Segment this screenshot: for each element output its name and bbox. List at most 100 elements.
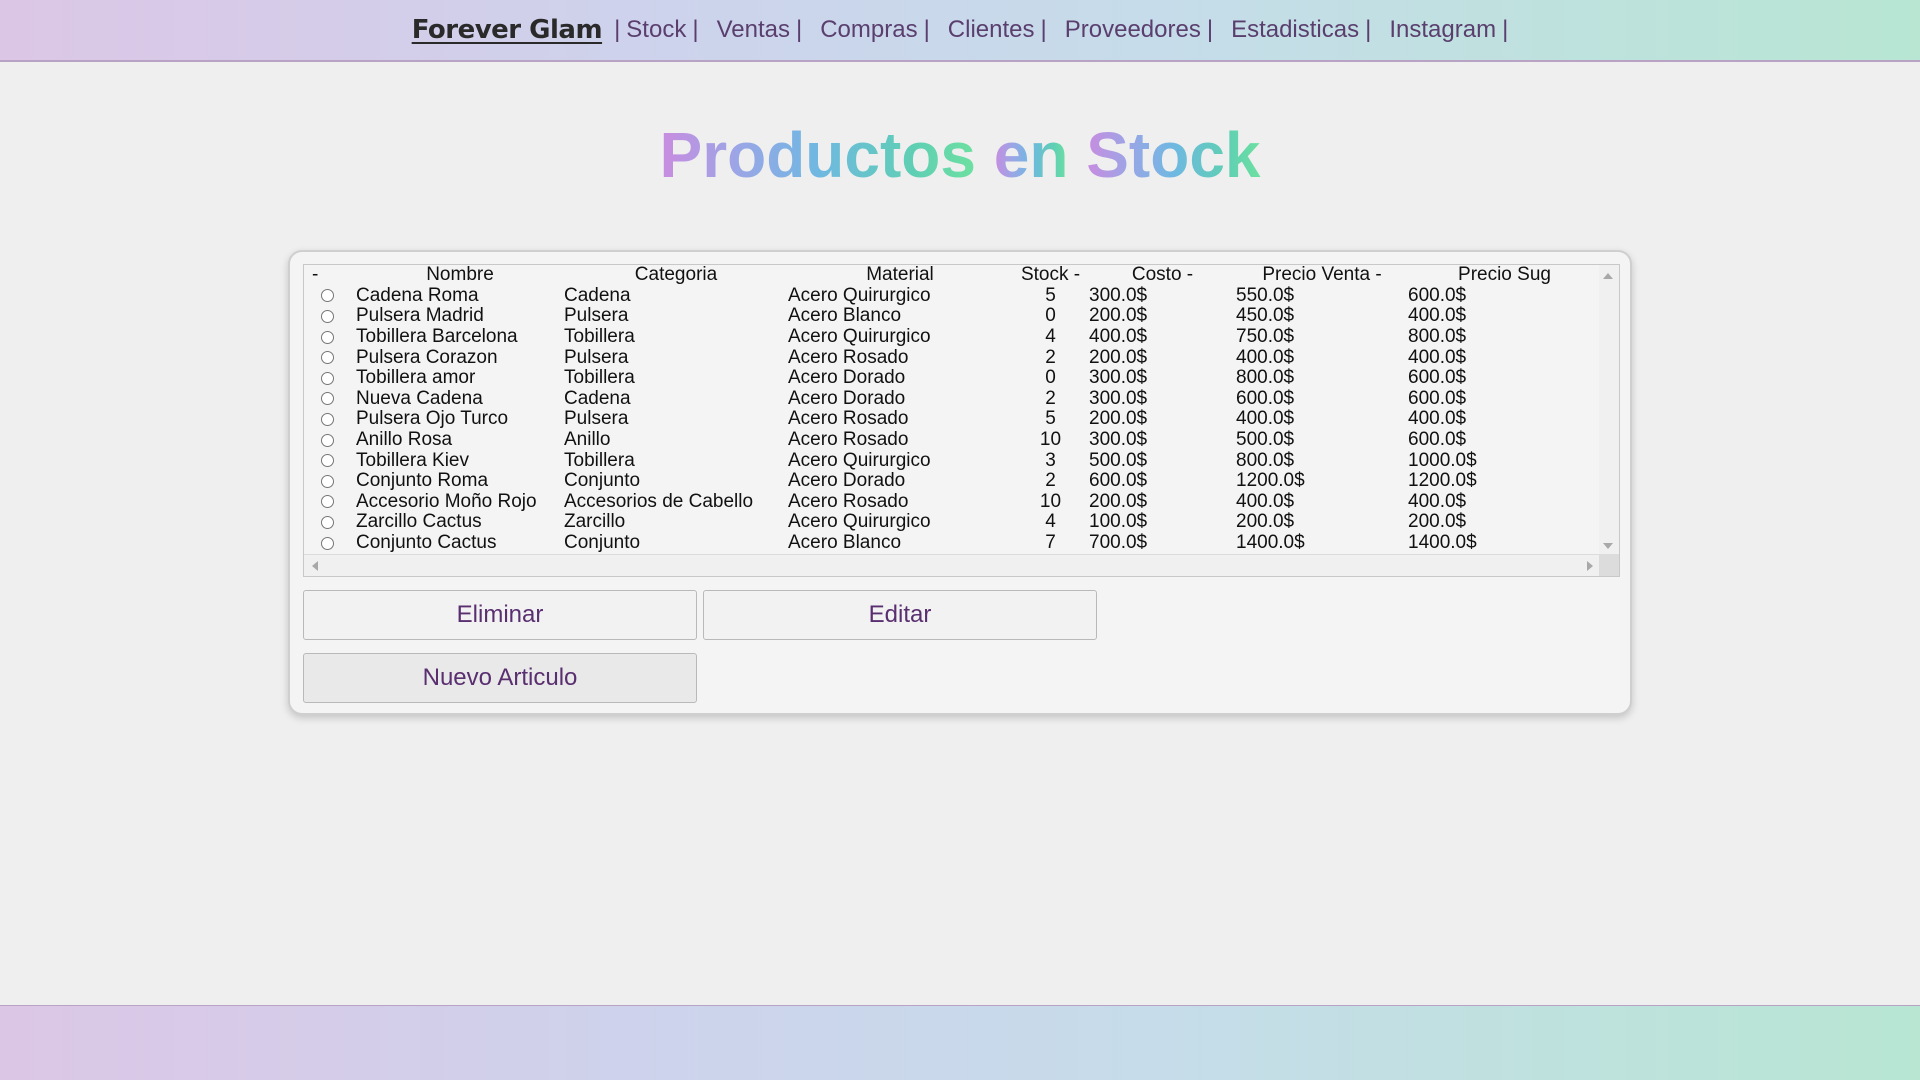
table-row[interactable]: Tobillera Kiev Tobillera Acero Quirurgico 3… bbox=[304, 450, 1601, 471]
row-select-radio[interactable] bbox=[321, 412, 334, 426]
cell-costo: 100.0$ bbox=[1089, 511, 1148, 533]
cell-costo: 300.0$ bbox=[1089, 429, 1148, 451]
row-select-cell bbox=[304, 347, 356, 368]
table-row[interactable]: Pulsera Corazon Pulsera Acero Rosado 2 200.0… bbox=[304, 347, 1601, 368]
cell-costo: 300.0$ bbox=[1089, 367, 1148, 389]
row-select-cell bbox=[304, 471, 356, 492]
scroll-down-icon[interactable] bbox=[1603, 543, 1613, 549]
brand-logo[interactable]: Forever Glam bbox=[412, 15, 603, 45]
cell-material: Acero Dorado bbox=[788, 367, 906, 389]
nav-item-instagram[interactable]: Instagram bbox=[1389, 16, 1496, 44]
row-select-cell bbox=[304, 409, 356, 430]
row-select-radio[interactable] bbox=[321, 495, 334, 509]
cell-nombre: Cadena Roma bbox=[356, 284, 479, 306]
cell-nombre: Tobillera Kiev bbox=[356, 449, 469, 471]
cell-costo: 300.0$ bbox=[1089, 387, 1148, 409]
table-row[interactable]: Tobillera Barcelona Tobillera Acero Quirur… bbox=[304, 327, 1601, 348]
page-title: Productos en Stock bbox=[0, 118, 1920, 192]
stock-table-body: Cadena Roma Cadena Acero Quirurgico 5 300.0$… bbox=[304, 286, 1601, 554]
cell-stock: 7 bbox=[1045, 532, 1056, 554]
cell-nombre: Anillo Rosa bbox=[356, 429, 453, 451]
cell-precio-venta: 550.0$ bbox=[1236, 284, 1295, 306]
scroll-left-icon[interactable] bbox=[312, 561, 318, 571]
cell-material: Acero Blanco bbox=[788, 305, 902, 327]
table-row[interactable]: Pulsera Ojo Turco Pulsera Acero Rosado 5 200… bbox=[304, 409, 1601, 430]
cell-material: Acero Quirurgico bbox=[788, 449, 931, 471]
column-header-precio-sug[interactable]: Precio Sug bbox=[1408, 265, 1601, 286]
cell-precio-sug: 200.0$ bbox=[1408, 511, 1467, 533]
row-select-radio[interactable] bbox=[321, 536, 334, 550]
cell-precio-sug: 400.0$ bbox=[1408, 490, 1467, 512]
cell-stock: 0 bbox=[1045, 305, 1056, 327]
nav-item-compras[interactable]: Compras bbox=[820, 16, 917, 44]
row-select-radio[interactable] bbox=[321, 515, 334, 529]
nav-separator: | bbox=[614, 16, 621, 43]
column-header-stock[interactable]: Stock - bbox=[1012, 265, 1089, 286]
cell-categoria: Accesorios de Cabello bbox=[564, 490, 754, 512]
scroll-up-icon[interactable] bbox=[1603, 273, 1613, 279]
cell-precio-venta: 400.0$ bbox=[1236, 408, 1295, 430]
table-row[interactable]: Nueva Cadena Cadena Acero Dorado 2 300.0$ 600… bbox=[304, 389, 1601, 410]
table-row[interactable]: Conjunto Cactus Conjunto Acero Blanco 7 700.… bbox=[304, 533, 1601, 554]
column-header-material[interactable]: Material bbox=[788, 265, 1012, 286]
table-row[interactable]: Conjunto Roma Conjunto Acero Dorado 2 600.0$… bbox=[304, 471, 1601, 492]
cell-precio-venta: 1400.0$ bbox=[1236, 532, 1305, 554]
vertical-scrollbar[interactable] bbox=[1599, 265, 1619, 555]
cell-material: Acero Dorado bbox=[788, 470, 906, 492]
row-select-cell bbox=[304, 286, 356, 307]
horizontal-scrollbar[interactable] bbox=[304, 554, 1601, 576]
row-select-radio[interactable] bbox=[321, 309, 334, 323]
table-row[interactable]: Tobillera amor Tobillera Acero Dorado 0 300.… bbox=[304, 368, 1601, 389]
column-header-precio-venta[interactable]: Precio Venta - bbox=[1236, 265, 1408, 286]
table-row[interactable]: Cadena Roma Cadena Acero Quirurgico 5 300.0$… bbox=[304, 286, 1601, 307]
row-select-radio[interactable] bbox=[321, 454, 334, 468]
cell-nombre: Nueva Cadena bbox=[356, 387, 483, 409]
row-select-cell bbox=[304, 512, 356, 533]
page-title-word: Productos bbox=[659, 119, 976, 191]
stock-table: - Nombre Categoria Material Stock - Cost… bbox=[304, 265, 1601, 553]
row-select-radio[interactable] bbox=[321, 371, 334, 385]
column-header-categoria[interactable]: Categoria bbox=[564, 265, 788, 286]
row-select-radio[interactable] bbox=[321, 289, 334, 303]
cell-categoria: Cadena bbox=[564, 284, 631, 306]
column-header-costo[interactable]: Costo - bbox=[1089, 265, 1236, 286]
cell-nombre: Accesorio Moño Rojo bbox=[356, 490, 537, 512]
cell-material: Acero Rosado bbox=[788, 408, 909, 430]
cell-precio-venta: 1200.0$ bbox=[1236, 470, 1305, 492]
table-row[interactable]: Pulsera Madrid Pulsera Acero Blanco 0 200.0$… bbox=[304, 306, 1601, 327]
nav-item-stock[interactable]: Stock bbox=[626, 16, 686, 44]
cell-stock: 10 bbox=[1039, 429, 1062, 451]
nav-item-proveedores[interactable]: Proveedores bbox=[1065, 16, 1201, 44]
nav-item-clientes[interactable]: Clientes bbox=[948, 16, 1035, 44]
cell-precio-sug: 1200.0$ bbox=[1408, 470, 1477, 492]
cell-categoria: Tobillera bbox=[564, 326, 635, 348]
cell-categoria: Cadena bbox=[564, 387, 631, 409]
scroll-right-icon[interactable] bbox=[1587, 561, 1593, 571]
cell-stock: 5 bbox=[1045, 284, 1056, 306]
cell-categoria: Zarcillo bbox=[564, 511, 626, 533]
new-item-button[interactable]: Nuevo Articulo bbox=[303, 653, 697, 703]
column-header-nombre[interactable]: Nombre bbox=[356, 265, 564, 286]
nav-item-estadisticas[interactable]: Estadisticas bbox=[1231, 16, 1359, 44]
page-title-word: en bbox=[993, 119, 1069, 191]
table-row[interactable]: Anillo Rosa Anillo Acero Rosado 10 300.0$ 500… bbox=[304, 430, 1601, 451]
row-select-radio[interactable] bbox=[321, 392, 334, 406]
nav-item-ventas[interactable]: Ventas bbox=[717, 16, 790, 44]
row-select-radio[interactable] bbox=[321, 433, 334, 447]
table-row[interactable]: Accesorio Moño Rojo Accesorios de Cabello… bbox=[304, 492, 1601, 513]
cell-nombre: Zarcillo Cactus bbox=[356, 511, 482, 533]
cell-material: Acero Quirurgico bbox=[788, 284, 931, 306]
cell-stock: 10 bbox=[1039, 490, 1062, 512]
row-select-radio[interactable] bbox=[321, 351, 334, 365]
cell-precio-sug: 600.0$ bbox=[1408, 367, 1467, 389]
row-select-radio[interactable] bbox=[321, 330, 334, 344]
row-select-radio[interactable] bbox=[321, 474, 334, 488]
cell-material: Acero Rosado bbox=[788, 346, 909, 368]
cell-stock: 5 bbox=[1045, 408, 1056, 430]
cell-categoria: Anillo bbox=[564, 429, 611, 451]
nav-separator: | bbox=[1365, 16, 1372, 43]
delete-button[interactable]: Eliminar bbox=[303, 590, 697, 640]
table-row[interactable]: Zarcillo Cactus Zarcillo Acero Quirurgico 4… bbox=[304, 512, 1601, 533]
edit-button[interactable]: Editar bbox=[703, 590, 1097, 640]
cell-precio-venta: 800.0$ bbox=[1236, 367, 1295, 389]
